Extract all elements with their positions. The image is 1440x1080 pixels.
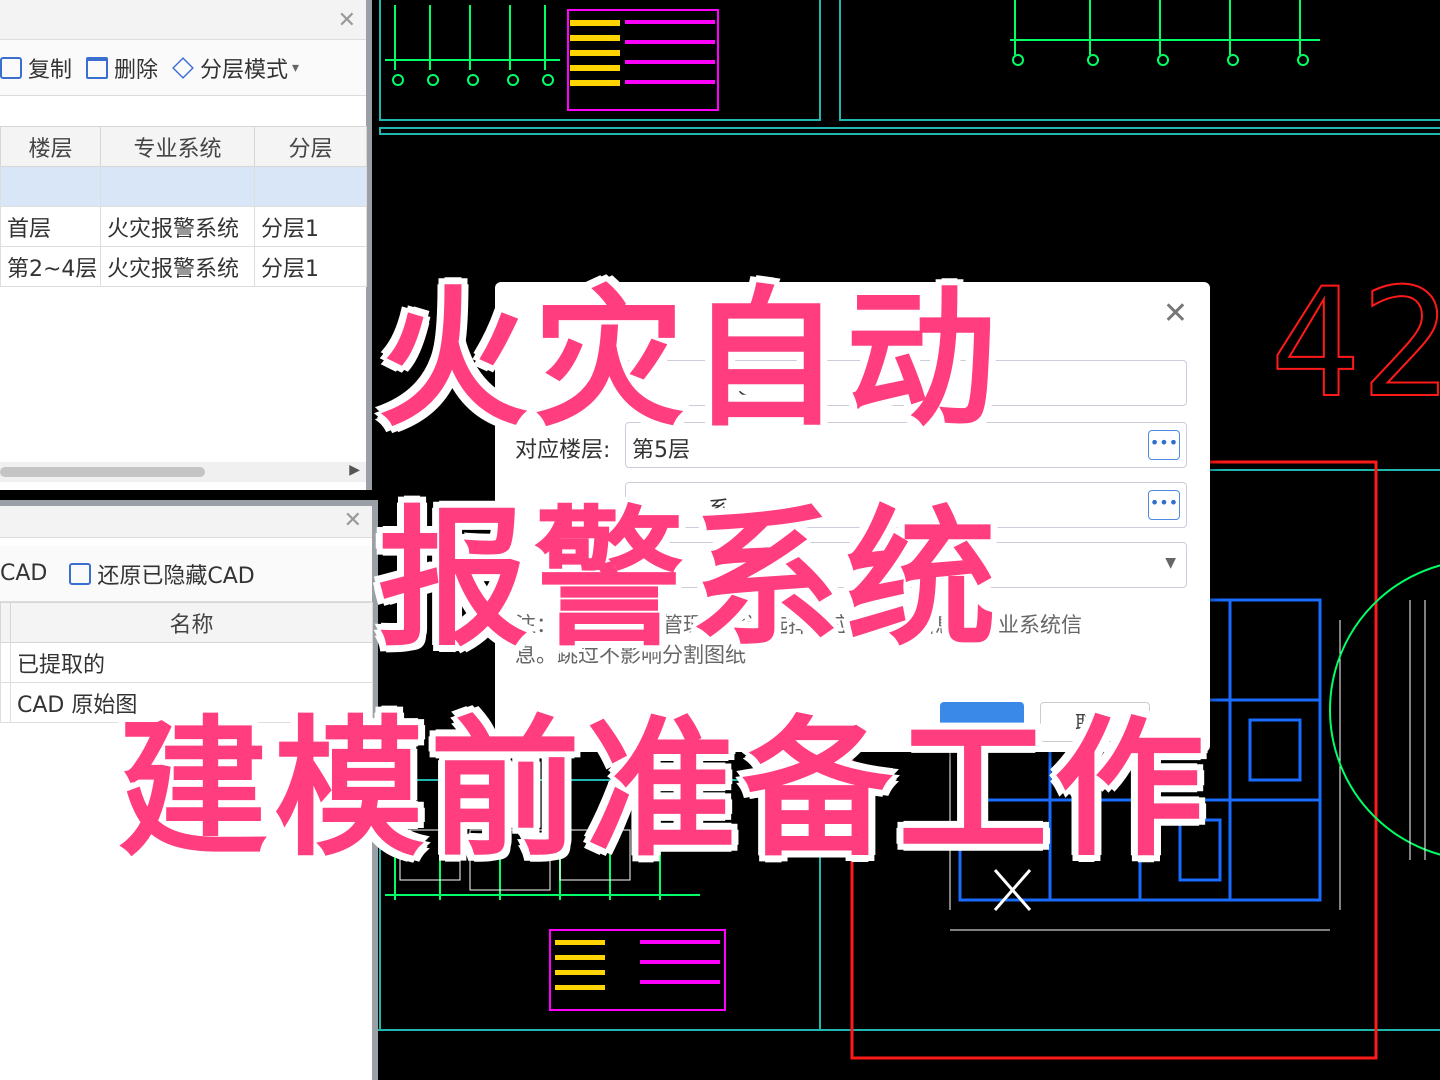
layer-mode-label: 分层模式 — [200, 57, 289, 83]
layer-list-panel: ✕ 复制 删除 分层模式 ▾ 楼层 专业系统 分层 首层 火灾报警系统 分层1 … — [0, 0, 372, 490]
restore-icon — [69, 562, 92, 585]
layer-panel-titlebar: ✕ — [0, 0, 366, 40]
hide-cad-label: CAD — [0, 561, 48, 586]
chevron-down-icon: ▾ — [292, 59, 300, 76]
cell-layer: 分层1 — [254, 246, 367, 287]
column-header-system[interactable]: 专业系统 — [100, 126, 255, 167]
column-header-blank — [0, 602, 11, 643]
headline-line-2: 报警系统 — [378, 493, 1003, 667]
delete-button[interactable]: 删除 — [86, 52, 158, 84]
table-row[interactable]: 首层 火灾报警系统 分层1 — [0, 206, 367, 247]
column-header-layer[interactable]: 分层 — [254, 126, 367, 167]
layer-table: 楼层 专业系统 分层 首层 火灾报警系统 分层1 第2~4层 火灾报警系统 分层… — [0, 126, 367, 287]
cell-layer: 分层1 — [254, 206, 367, 247]
cell-floor: 第2~4层 — [0, 246, 101, 287]
hide-cad-button[interactable]: CAD — [0, 561, 47, 586]
cell-floor: 首层 — [0, 206, 101, 247]
cell-system: 火灾报警系统 — [100, 206, 255, 247]
chevron-down-icon: ▼ — [1165, 555, 1176, 571]
cad-room-number: 42 — [1270, 257, 1440, 431]
copy-icon — [0, 56, 22, 79]
delete-label: 删除 — [114, 57, 159, 83]
more-icon[interactable]: ••• — [1148, 490, 1180, 520]
horizontal-scrollbar[interactable]: ▶ — [0, 462, 366, 482]
layer-mode-dropdown[interactable]: 分层模式 ▾ — [172, 52, 299, 84]
more-icon[interactable]: ••• — [1148, 430, 1180, 460]
column-header-floor[interactable]: 楼层 — [0, 126, 101, 167]
column-header-name[interactable]: 名称 — [10, 602, 373, 643]
table-row[interactable] — [0, 166, 367, 207]
close-icon[interactable]: ✕ — [1163, 296, 1188, 331]
cell-system — [100, 166, 255, 207]
scrollbar-thumb[interactable] — [0, 467, 205, 477]
restore-hidden-cad-label: 还原已隐藏CAD — [97, 563, 255, 589]
cell-system: 火灾报警系统 — [100, 246, 255, 287]
headline-line-1: 火灾自动 — [378, 273, 1003, 447]
cell-layer — [254, 166, 367, 207]
chevron-right-icon[interactable]: ▶ — [349, 462, 360, 478]
table-row[interactable]: 第2~4层 火灾报警系统 分层1 — [0, 246, 367, 287]
headline-line-3: 建模前准备工作 — [118, 703, 1211, 877]
cell-floor — [0, 166, 101, 207]
restore-hidden-cad-button[interactable]: 还原已隐藏CAD — [69, 558, 255, 590]
cell-blank — [0, 642, 11, 683]
trash-icon — [86, 56, 109, 79]
copy-button[interactable]: 复制 — [0, 52, 72, 84]
copy-label: 复制 — [28, 57, 73, 83]
close-icon[interactable]: ✕ — [344, 508, 362, 533]
cad-panel-toolbar: CAD 还原已隐藏CAD — [0, 546, 372, 602]
layer-panel-toolbar: 复制 删除 分层模式 ▾ — [0, 40, 366, 96]
layers-icon — [172, 56, 194, 79]
cell-blank — [0, 682, 11, 723]
cad-panel-titlebar: ✕ — [0, 506, 372, 538]
close-icon[interactable]: ✕ — [338, 8, 356, 33]
